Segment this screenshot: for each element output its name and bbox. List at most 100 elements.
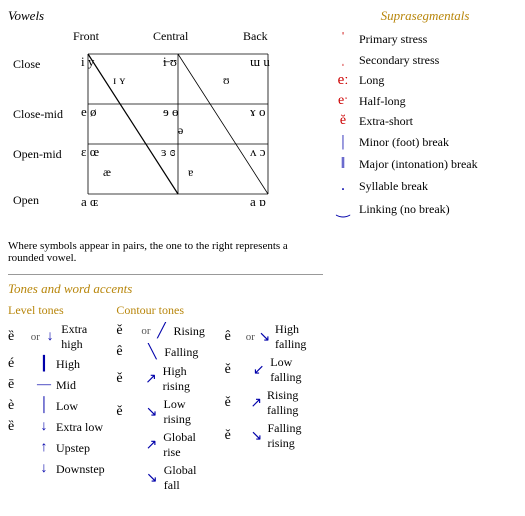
row-openmid: Open-mid (13, 147, 62, 161)
tone-low-falling: ě ↙ Low falling (225, 355, 323, 385)
supra-linking: ‿ Linking (no break) (333, 199, 517, 219)
tone-label-hfalling: High falling (275, 322, 323, 352)
supra-linking-label: Linking (no break) (359, 202, 450, 217)
tone-label-lfalling: Low falling (270, 355, 323, 385)
row-close: Close (13, 57, 40, 71)
tone-sym-falling: ╲ (144, 344, 160, 361)
tone-sym-lrising: ↘ (144, 404, 160, 421)
tone-falling: ê ╲ Falling (116, 343, 214, 361)
vowel-i-y: i y (81, 54, 95, 69)
supra-minor-symbol: | (333, 133, 353, 151)
vowel-ram-o: ɤ o (250, 104, 266, 119)
supra-syllable: . Syllable break (333, 177, 517, 195)
tone-char-high: é (8, 356, 30, 372)
tone-label-extralow: Extra low (56, 420, 103, 435)
tones-columns: Level tones ȅ or ↓ Extra high é ┃ High (8, 303, 323, 496)
supra-secondary-stress: ˌ Secondary stress (333, 52, 517, 68)
tone-low: è │ Low (8, 397, 106, 415)
tone-low-rising: ě ↘ Low rising (116, 397, 214, 427)
tone-high: é ┃ High (8, 355, 106, 373)
tone-sym-rising: ╱ (154, 323, 170, 340)
supra-long-symbol: eː (333, 72, 353, 89)
tone-sym-low: │ (36, 398, 52, 414)
tone-label-low: Low (56, 399, 78, 414)
tone-sym-extralow: ↓ (36, 419, 52, 435)
row-closemid: Close-mid (13, 107, 63, 121)
vowels-svg: Front Central Back Close Close-mid Open-… (13, 26, 323, 236)
supra-extrashort-label: Extra-short (359, 114, 413, 129)
tone-label-lrising: Low rising (163, 397, 214, 427)
supra-extrashort-symbol: ĕ (333, 113, 353, 129)
tone-char-frising: ě (225, 428, 244, 444)
tone-label-gfall: Global fall (164, 463, 215, 493)
tone-sym-gfall: ↘ (144, 470, 160, 487)
supra-long-label: Long (359, 73, 384, 88)
row-open: Open (13, 193, 39, 207)
vowel-rev-e-oe: ɜ ɞ (161, 144, 176, 159)
tone-label-grise: Global rise (163, 430, 214, 460)
tone-char-rising: ě (116, 323, 138, 339)
supra-major: ‖ Major (intonation) break (333, 155, 517, 173)
vowel-I-Y: ɪ ʏ (113, 73, 125, 87)
header-central: Central (153, 29, 189, 43)
level-tones-col: Level tones ȅ or ↓ Extra high é ┃ High (8, 303, 106, 496)
tone-sym-frising: ↘ (250, 428, 264, 445)
tone-char-lfalling: ě (225, 362, 246, 378)
tone-sym-upstep: ↑ (36, 440, 52, 456)
main-container: Vowels Front Central Back Close Close-mi… (8, 8, 517, 496)
supra-secondary-label: Secondary stress (359, 53, 439, 68)
tone-label-extrahigh: Extra high (61, 322, 106, 352)
vowels-section: Vowels Front Central Back Close Close-mi… (8, 8, 323, 264)
tone-extra-low: ȅ ↓ Extra low (8, 418, 106, 436)
tone-sym-rfalling: ↗ (249, 395, 263, 412)
supra-extrashort: ĕ Extra-short (333, 113, 517, 129)
supra-halflong-symbol: eˑ (333, 93, 353, 109)
tone-char-low: è (8, 398, 30, 414)
tone-sym-mid: — (36, 377, 52, 393)
level-tones-title: Level tones (8, 303, 106, 318)
supra-minor: | Minor (foot) break (333, 133, 517, 151)
supra-syllable-label: Syllable break (359, 179, 428, 194)
supra-primary-stress: ˈ Primary stress (333, 30, 517, 48)
vowel-e-mid: ɘ ɵ (163, 104, 179, 119)
tone-sym-hrising: ↗ (143, 371, 158, 388)
supra-linking-symbol: ‿ (333, 199, 353, 219)
tone-global-rise: ↗ Global rise (116, 430, 214, 460)
tone-extra-high: ȅ or ↓ Extra high (8, 322, 106, 352)
vowels-note: Where symbols appear in pairs, the one t… (8, 240, 293, 264)
vowel-a-below: ɐ (188, 165, 193, 179)
tone-sym-extrahigh: ↓ (43, 329, 57, 345)
vowel-i-u-central: i̶ ʊ (163, 54, 177, 69)
header-front: Front (73, 29, 100, 43)
tone-label-hrising: High rising (163, 364, 215, 394)
tone-sym-high: ┃ (36, 356, 52, 373)
supra-primary-label: Primary stress (359, 32, 427, 47)
tone-high-falling: ê or ↘ High falling (225, 322, 323, 352)
supra-primary-symbol: ˈ (333, 30, 353, 48)
suprasegmentals-title: Suprasegmentals (333, 8, 517, 24)
tone-label-rising: Rising (174, 324, 205, 339)
vowel-ae: æ (103, 165, 111, 179)
supra-halflong-label: Half-long (359, 94, 406, 109)
tones-title: Tones and word accents (8, 281, 323, 297)
tone-label-high: High (56, 357, 80, 372)
tone-label-frising: Falling rising (267, 421, 323, 451)
vowel-wedge-open-o: ʌ ɔ (250, 144, 266, 159)
vowel-a-oe-open: a ɶ (81, 194, 98, 209)
tone-char-mid: ē (8, 377, 30, 393)
tone-downstep: ↓ Downstep (8, 460, 106, 478)
vowel-w-u: ɯ u (250, 54, 270, 69)
tone-sym-lfalling: ↙ (251, 362, 266, 379)
supra-halflong: eˑ Half-long (333, 93, 517, 109)
vowel-e-below: ə (178, 123, 183, 137)
tone-char-rfalling: ě (225, 395, 244, 411)
supra-major-label: Major (intonation) break (359, 157, 478, 172)
vowel-upsilon: ʊ (223, 73, 230, 87)
tone-mid: ē — Mid (8, 376, 106, 394)
tone-char-falling: ê (116, 344, 138, 360)
vowels-chart: Front Central Back Close Close-mid Open-… (13, 26, 323, 236)
tone-rising-falling: ě ↗ Rising falling (225, 388, 323, 418)
tone-char-hfalling: ê (225, 329, 243, 345)
supra-syllable-symbol: . (333, 177, 353, 195)
tone-label-downstep: Downstep (56, 462, 105, 477)
